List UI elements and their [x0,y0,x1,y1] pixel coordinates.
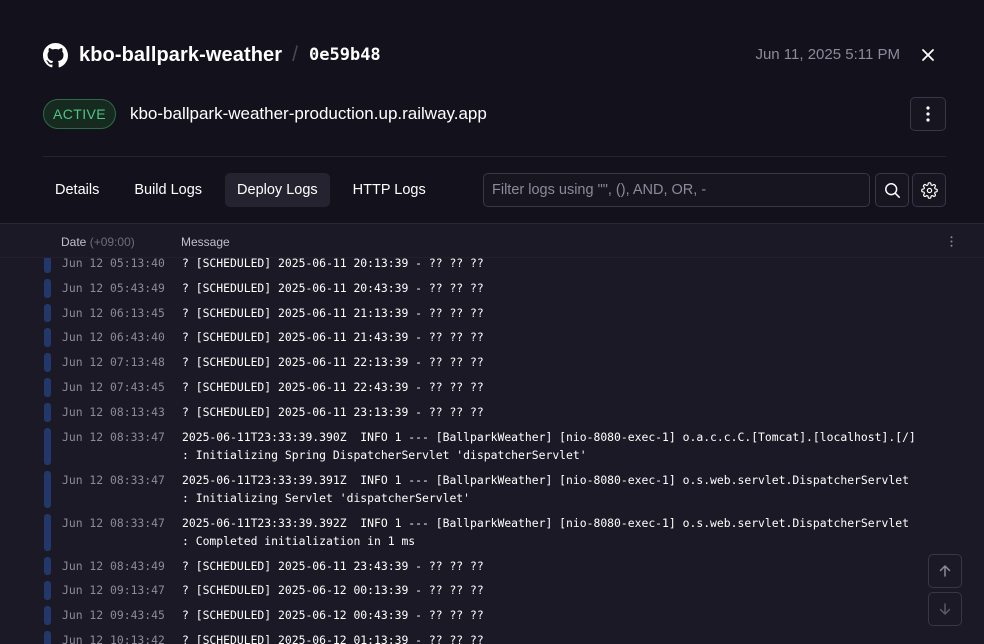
log-date: Jun 12 05:13:40 [62,258,165,270]
log-message: ? [SCHEDULED] 2025-06-11 21:13:39 - ?? ?… [182,305,484,320]
log-message: ? [SCHEDULED] 2025-06-11 20:43:39 - ?? ?… [182,280,484,295]
log-row[interactable]: Jun 12 08:33:47 2025-06-11T23:33:39.390Z … [0,425,984,468]
log-message: ? [SCHEDULED] 2025-06-12 00:43:39 - ?? ?… [182,608,484,623]
log-level-marker [44,427,51,465]
log-level-marker [44,556,51,576]
log-filter-input[interactable] [483,173,870,207]
close-icon [922,49,934,61]
tab-build-logs[interactable]: Build Logs [122,173,214,207]
log-row[interactable]: Jun 12 05:43:49 ? [SCHEDULED] 2025-06-11 … [0,276,984,301]
log-date: Jun 12 08:43:49 [62,558,165,573]
log-row[interactable]: Jun 12 08:13:43 ? [SCHEDULED] 2025-06-11 … [0,400,984,425]
more-vertical-icon [950,235,952,247]
date-column-label: Date [61,235,87,249]
log-row[interactable]: Jun 12 06:13:45 ? [SCHEDULED] 2025-06-11 … [0,301,984,326]
log-row[interactable]: Jun 12 08:33:47 2025-06-11T23:33:39.391Z … [0,468,984,511]
url-row: ACTIVE kbo-ballpark-weather-production.u… [43,99,487,129]
log-date: Jun 12 07:43:45 [62,379,165,394]
log-row[interactable]: Jun 12 05:13:40 ? [SCHEDULED] 2025-06-11 … [0,258,984,276]
github-icon [43,42,68,68]
log-row[interactable]: Jun 12 08:43:49 ? [SCHEDULED] 2025-06-11 … [0,554,984,579]
log-date: Jun 12 06:13:45 [62,305,165,320]
log-message: ? [SCHEDULED] 2025-06-11 23:13:39 - ?? ?… [182,404,484,419]
domain-link[interactable]: kbo-ballpark-weather-production.up.railw… [130,104,487,124]
deployment-header: kbo-ballpark-weather / 0e59b48 Jun 11, 2… [0,0,984,224]
tab-details[interactable]: Details [43,173,111,207]
scroll-to-bottom-button[interactable] [928,592,962,626]
log-date: Jun 12 09:43:45 [62,608,165,623]
more-options-button[interactable] [910,97,946,131]
search-icon [884,182,900,198]
deployment-timestamp: Jun 11, 2025 5:11 PM [755,46,900,63]
service-name[interactable]: kbo-ballpark-weather [79,44,282,67]
log-message: ? [SCHEDULED] 2025-06-11 22:13:39 - ?? ?… [182,355,484,370]
log-date: Jun 12 08:13:43 [62,404,165,419]
log-date: Jun 12 10:13:42 [62,632,165,644]
log-date: Jun 12 07:13:48 [62,355,165,370]
log-level-marker [44,258,51,273]
gear-icon [920,181,938,199]
log-message: 2025-06-11T23:33:39.391Z INFO 1 --- [Bal… [182,472,909,505]
message-column-header[interactable]: Message [181,235,230,249]
log-row[interactable]: Jun 12 09:13:47 ? [SCHEDULED] 2025-06-12 … [0,578,984,603]
log-table-header: Date (+09:00) Message [0,224,984,258]
status-badge: ACTIVE [43,99,116,129]
log-row[interactable]: Jun 12 09:43:45 ? [SCHEDULED] 2025-06-12 … [0,603,984,628]
deployment-panel: kbo-ballpark-weather / 0e59b48 Jun 11, 2… [0,0,984,644]
log-level-marker [44,581,51,601]
log-level-marker [44,278,51,298]
log-row[interactable]: Jun 12 07:43:45 ? [SCHEDULED] 2025-06-11 … [0,375,984,400]
date-column-header[interactable]: Date (+09:00) [61,235,135,249]
log-date: Jun 12 06:43:40 [62,330,165,345]
log-date: Jun 12 08:33:47 [62,515,165,530]
log-list: Jun 12 05:13:40 ? [SCHEDULED] 2025-06-11 … [0,258,984,644]
log-message: 2025-06-11T23:33:39.390Z INFO 1 --- [Bal… [182,429,916,462]
log-level-marker [44,513,51,551]
log-level-marker [44,353,51,372]
log-date: Jun 12 08:33:47 [62,429,165,444]
log-message: ? [SCHEDULED] 2025-06-11 21:43:39 - ?? ?… [182,330,484,345]
close-button[interactable] [915,42,941,68]
log-settings-button[interactable] [912,173,946,207]
more-vertical-icon [926,106,930,122]
log-row[interactable]: Jun 12 10:13:42 ? [SCHEDULED] 2025-06-12 … [0,628,984,644]
log-tabs: Details Build Logs Deploy Logs HTTP Logs [43,173,449,207]
log-level-marker [44,328,51,348]
log-message: ? [SCHEDULED] 2025-06-12 01:13:39 - ?? ?… [182,632,484,644]
log-message: 2025-06-11T23:33:39.392Z INFO 1 --- [Bal… [182,515,909,548]
log-date: Jun 12 09:13:47 [62,583,165,598]
arrow-up-icon [939,565,951,577]
timezone-label: (+09:00) [89,235,135,249]
commit-hash[interactable]: 0e59b48 [309,45,381,65]
log-level-marker [44,606,51,625]
log-row[interactable]: Jun 12 07:13:48 ? [SCHEDULED] 2025-06-11 … [0,350,984,375]
log-level-marker [44,303,51,323]
log-panel: Date (+09:00) Message Jun 12 05:13:40 ? [… [0,223,984,644]
log-level-marker [44,377,51,397]
arrow-down-icon [939,603,951,615]
log-level-marker [44,470,51,508]
header-divider [43,156,946,157]
log-message: ? [SCHEDULED] 2025-06-11 23:43:39 - ?? ?… [182,558,484,573]
scroll-to-top-button[interactable] [928,554,962,588]
log-row[interactable]: Jun 12 06:43:40 ? [SCHEDULED] 2025-06-11 … [0,325,984,350]
log-body[interactable]: Jun 12 05:13:40 ? [SCHEDULED] 2025-06-11 … [0,258,984,644]
title-separator: / [292,43,299,66]
title-row: kbo-ballpark-weather / 0e59b48 [43,40,381,70]
log-date: Jun 12 05:43:49 [62,280,165,295]
log-message: ? [SCHEDULED] 2025-06-11 20:13:39 - ?? ?… [182,258,484,270]
log-message: ? [SCHEDULED] 2025-06-12 00:13:39 - ?? ?… [182,583,484,598]
column-options-button[interactable] [946,234,956,248]
search-button[interactable] [875,173,909,207]
tab-deploy-logs[interactable]: Deploy Logs [225,173,330,207]
log-row[interactable]: Jun 12 08:33:47 2025-06-11T23:33:39.392Z … [0,511,984,554]
log-date: Jun 12 08:33:47 [62,472,165,487]
log-level-marker [44,402,51,422]
tab-http-logs[interactable]: HTTP Logs [341,173,438,207]
log-message: ? [SCHEDULED] 2025-06-11 22:43:39 - ?? ?… [182,379,484,394]
log-level-marker [44,630,51,644]
